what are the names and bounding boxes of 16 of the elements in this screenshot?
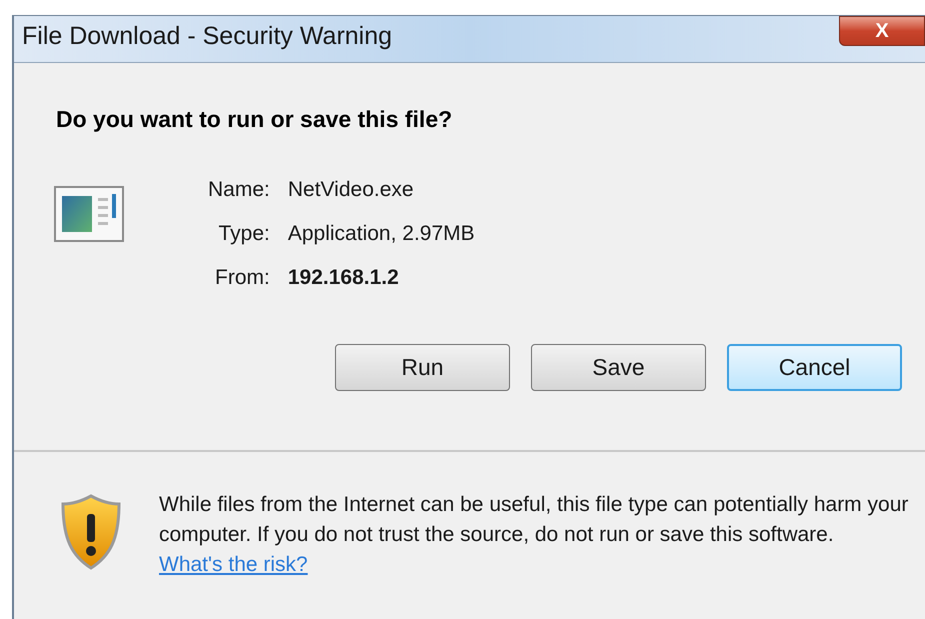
risk-link[interactable]: What's the risk? — [159, 553, 308, 576]
dialog-button[interactable]: Save — [531, 344, 706, 391]
detail-label: From: — [214, 265, 270, 291]
detail-label: Name: — [208, 177, 270, 203]
warning-text: While files from the Internet can be useful, this file type can potentially harm your computer. If you do not trust the source, do not run or save this software. What's the risk? — [159, 492, 910, 578]
dialog-button[interactable]: Run — [335, 344, 510, 391]
close-button[interactable]: X — [839, 16, 925, 46]
warning-shield-icon — [60, 494, 122, 570]
detail-label: Type: — [217, 221, 270, 247]
application-window-icon — [54, 186, 124, 242]
window-title: File Download - Security Warning — [22, 24, 392, 49]
detail-value: Application, 2.97MB — [288, 221, 475, 247]
dialog-button[interactable]: Cancel — [727, 344, 902, 391]
detail-value: NetVideo.exe — [288, 177, 415, 203]
detail-value: 192.168.1.2 — [288, 265, 400, 291]
question-heading: Do you want to run or save this file? — [56, 108, 454, 131]
